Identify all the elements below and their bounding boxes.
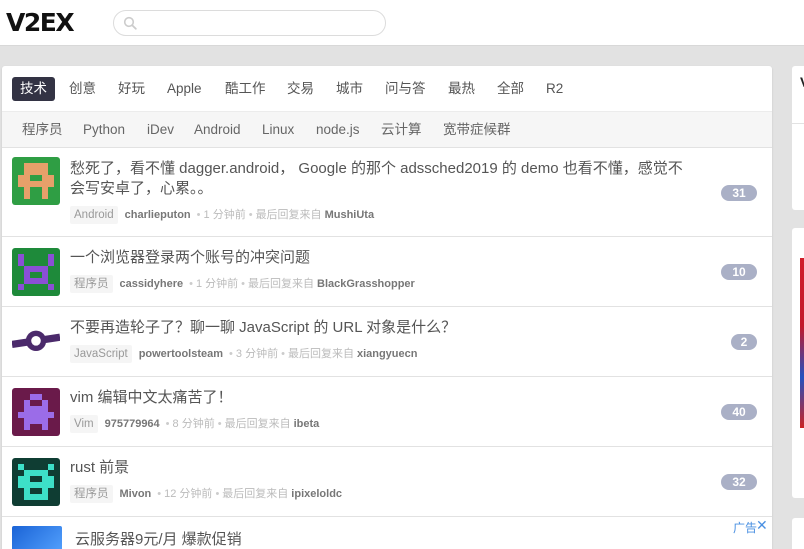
tab-qna[interactable]: 问与答 (377, 77, 434, 101)
last-reply-user[interactable]: MushiUta (325, 209, 375, 221)
topic-item: rust 前景 程序员 Mivon • 12 分钟前 • 最后回复来自 ipixeloldc… (2, 447, 772, 517)
post-time: 1 分钟前 (203, 209, 246, 221)
author-link[interactable]: cassidyhere (120, 278, 184, 290)
tab-creative[interactable]: 创意 (61, 77, 104, 101)
top-bar: V2EX (0, 0, 804, 46)
node-tag[interactable]: 程序员 (70, 485, 113, 503)
divider (792, 123, 804, 124)
subtab-broadband[interactable]: 宽带症候群 (443, 122, 511, 138)
user-avatar[interactable] (12, 458, 60, 506)
topic-item: vim 编辑中文太痛苦了！ Vim 975779964 • 8 分钟前 • 最后回复来自 i… (2, 377, 772, 447)
tab-jobs[interactable]: 酷工作 (217, 77, 274, 101)
subtab-programmer[interactable]: 程序员 (22, 122, 63, 138)
tab-deals[interactable]: 交易 (279, 77, 322, 101)
meta-separator: • (189, 278, 193, 290)
reply-count[interactable]: 31 (721, 185, 757, 201)
node-tag[interactable]: 程序员 (70, 275, 113, 293)
meta-separator: • (248, 209, 253, 221)
subtab-linux[interactable]: Linux (262, 122, 294, 138)
post-time: 12 分钟前 (164, 488, 213, 500)
subtab-python[interactable]: Python (83, 122, 125, 138)
last-reply-user[interactable]: BlackGrasshopper (317, 278, 415, 290)
author-link[interactable]: powertoolsteam (139, 348, 223, 360)
reply-count[interactable]: 32 (721, 474, 757, 490)
last-reply-label: 最后回复来自 (224, 418, 291, 430)
topic-item: 愁死了，看不懂 dagger.android， Google 的那个 adssc… (2, 148, 772, 237)
topic-title[interactable]: vim 编辑中文太痛苦了！ (70, 388, 690, 408)
ad-image[interactable] (800, 258, 804, 428)
user-avatar[interactable] (12, 248, 60, 296)
topic-title[interactable]: 一个浏览器登录两个账号的冲突问题 (70, 248, 690, 268)
ad-title[interactable]: 云服务器9元/月 爆款促销 (75, 528, 242, 549)
topic-title[interactable]: 愁死了，看不懂 dagger.android， Google 的那个 adssc… (70, 159, 690, 199)
last-reply-label: 最后回复来自 (255, 209, 322, 221)
ad-thumbnail[interactable] (12, 526, 62, 549)
user-avatar[interactable] (12, 388, 60, 436)
meta-separator: • (215, 488, 220, 500)
tab-bar: 技术 创意 好玩 Apple 酷工作 交易 城市 问与答 最热 全部 R2 (2, 66, 772, 111)
last-reply-user[interactable]: ibeta (294, 418, 320, 430)
right-sidebar-box: V (792, 66, 804, 210)
author-link[interactable]: 975779964 (105, 418, 160, 430)
subtab-nodejs[interactable]: node.js (316, 122, 360, 138)
post-time: 1 分钟前 (195, 278, 239, 290)
search-input[interactable] (113, 10, 386, 36)
right-ad-box (792, 228, 804, 498)
meta-separator: • (281, 348, 285, 360)
subtab-cloud[interactable]: 云计算 (381, 122, 422, 138)
topic-title[interactable]: 不要再造轮子了？聊一聊 JavaScript 的 URL 对象是什么？ (70, 318, 690, 338)
topic-item: 一个浏览器登录两个账号的冲突问题 程序员 cassidyhere • 1 分钟前 • 最后… (2, 237, 772, 307)
author-link[interactable]: charlieputon (125, 209, 191, 221)
tab-city[interactable]: 城市 (328, 77, 371, 101)
topic-list-box: 技术 创意 好玩 Apple 酷工作 交易 城市 问与答 最热 全部 R2 程序… (2, 66, 772, 549)
user-avatar[interactable] (12, 157, 60, 205)
meta-separator: • (157, 488, 162, 500)
tab-r2[interactable]: R2 (538, 77, 571, 101)
last-reply-user[interactable]: ipixeloldc (291, 488, 342, 500)
right-box (792, 518, 804, 549)
site-logo[interactable]: V2EX (6, 9, 75, 37)
topic-title[interactable]: rust 前景 (70, 458, 690, 478)
topic-item: 不要再造轮子了？聊一聊 JavaScript 的 URL 对象是什么？ Java… (2, 307, 772, 377)
topic-meta: Android charlieputon • 1 分钟前 • 最后回复来自 MushiUta (70, 206, 374, 224)
close-icon[interactable]: ✕ (756, 517, 768, 534)
sidebar-initial: V (800, 74, 804, 90)
user-avatar[interactable] (12, 318, 60, 366)
subtab-idev[interactable]: iDev (147, 122, 174, 138)
meta-separator: • (196, 209, 201, 221)
post-time: 8 分钟前 (172, 418, 215, 430)
ad-banner[interactable]: 云服务器9元/月 爆款促销 广告 ✕ (2, 516, 772, 549)
subtab-android[interactable]: Android (194, 122, 241, 138)
search-icon (123, 16, 137, 30)
reply-count[interactable]: 2 (731, 334, 757, 350)
last-reply-label: 最后回复来自 (248, 278, 315, 290)
tab-play[interactable]: 好玩 (110, 77, 153, 101)
topic-meta: JavaScript powertoolsteam • 3 分钟前 • 最后回复来自 xia… (70, 345, 417, 363)
topic-meta: Vim 975779964 • 8 分钟前 • 最后回复来自 ibeta (70, 415, 319, 433)
tab-all[interactable]: 全部 (489, 77, 532, 101)
meta-separator: • (229, 348, 233, 360)
topic-meta: 程序员 Mivon • 12 分钟前 • 最后回复来自 ipixeloldc (70, 485, 342, 503)
last-reply-label: 最后回复来自 (287, 348, 354, 360)
node-tag[interactable]: JavaScript (70, 345, 132, 363)
last-reply-label: 最后回复来自 (222, 488, 289, 500)
meta-separator: • (241, 278, 246, 290)
tab-hot[interactable]: 最热 (440, 77, 483, 101)
reply-count[interactable]: 10 (721, 264, 757, 280)
tab-apple[interactable]: Apple (159, 77, 210, 101)
tab-tech[interactable]: 技术 (12, 77, 55, 101)
sub-tab-bar: 程序员 Python iDev Android Linux node.js 云计… (2, 111, 772, 148)
node-tag[interactable]: Android (70, 206, 118, 224)
meta-separator: • (165, 418, 170, 430)
meta-separator: • (217, 418, 222, 430)
author-link[interactable]: Mivon (120, 488, 152, 500)
node-tag[interactable]: Vim (70, 415, 98, 433)
last-reply-user[interactable]: xiangyuecn (357, 348, 418, 360)
topic-meta: 程序员 cassidyhere • 1 分钟前 • 最后回复来自 BlackGrasshop… (70, 275, 415, 293)
reply-count[interactable]: 40 (721, 404, 757, 420)
post-time: 3 分钟前 (235, 348, 279, 360)
ad-label: 广告 (733, 521, 758, 535)
